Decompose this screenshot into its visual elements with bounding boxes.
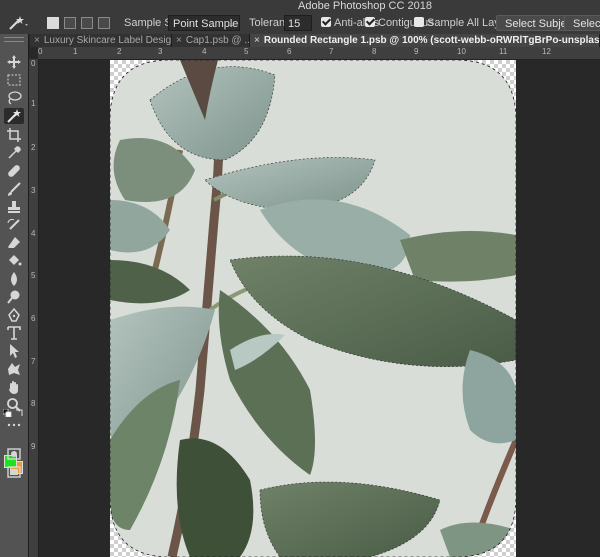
clone-stamp-tool-icon[interactable] [6,199,22,215]
paint-bucket-tool-icon[interactable] [6,253,22,269]
swap-colors-icon[interactable] [15,408,25,416]
ruler-number: 5 [31,271,36,280]
move-tool-icon[interactable] [6,54,22,70]
type-tool-icon[interactable] [6,325,22,341]
panel-grip[interactable] [4,37,24,42]
sample-size-select[interactable]: Point Sample ⌄ [168,15,240,31]
horizontal-ruler[interactable]: 0 1 2 3 4 5 6 7 8 9 10 11 12 [38,47,600,60]
app-title: Adobe Photoshop CC 2018 [298,0,432,12]
ruler-number: 5 [244,47,249,56]
ruler-number: 8 [31,399,36,408]
ruler-number: 0 [38,47,43,56]
ruler-number: 1 [31,99,36,108]
ruler-number: 10 [457,47,466,56]
lasso-tool-icon[interactable] [6,90,22,106]
tab-label: Luxury Skincare Label Design.psd [43,35,172,46]
close-icon[interactable]: × [254,35,260,46]
quick-mask-icon[interactable] [6,446,22,462]
screen-mode-icon[interactable] [6,464,22,480]
ruler-number: 6 [287,47,292,56]
document-tabs: ×Luxury Skincare Label Design.psd ×Cap1.… [30,34,600,47]
brush-tool-icon[interactable] [6,181,22,197]
subtract-from-selection-button[interactable] [81,17,93,29]
ruler-number: 8 [372,47,377,56]
vertical-ruler[interactable]: 0 1 2 3 4 5 6 7 8 9 [29,59,39,557]
ruler-number: 6 [31,314,36,323]
eraser-tool-icon[interactable] [6,235,22,251]
ruler-number: 4 [31,229,36,238]
ruler-number: 2 [117,47,122,56]
path-selection-tool-icon[interactable] [6,343,22,359]
magic-wand-tool-preset-icon[interactable] [8,15,28,31]
chevron-down-icon: ⌄ [227,19,235,29]
checkbox-checked-icon [365,17,375,27]
new-selection-button[interactable] [47,17,59,29]
ruler-number: 7 [329,47,334,56]
close-icon[interactable]: × [34,35,40,46]
crop-tool-icon[interactable] [6,127,22,143]
history-brush-tool-icon[interactable] [6,217,22,233]
close-icon[interactable]: × [176,35,182,46]
select-and-mask-button[interactable]: Select and [564,15,600,31]
ruler-number: 4 [202,47,207,56]
custom-shape-tool-icon[interactable] [6,361,22,377]
ruler-number: 12 [542,47,551,56]
document-canvas[interactable] [110,60,516,557]
eyedropper-tool-icon[interactable] [6,145,22,161]
magic-wand-tool-icon[interactable] [4,108,24,124]
tools-panel [0,34,29,557]
pen-tool-icon[interactable] [6,307,22,323]
checkbox-unchecked-icon [414,17,424,27]
rectangular-marquee-tool-icon[interactable] [6,72,22,88]
healing-brush-tool-icon[interactable] [6,163,22,179]
ruler-number: 9 [414,47,419,56]
plant-photo [110,60,516,557]
ruler-number: 1 [73,47,78,56]
default-colors-icon[interactable] [2,408,13,418]
ruler-number: 11 [499,47,508,56]
ruler-number: 0 [31,59,36,68]
ruler-number: 3 [158,47,163,56]
tab-luxury-skincare[interactable]: ×Luxury Skincare Label Design.psd [30,34,172,47]
intersect-selection-button[interactable] [98,17,110,29]
blur-tool-icon[interactable] [6,271,22,287]
ruler-number: 9 [31,442,36,451]
add-to-selection-button[interactable] [64,17,76,29]
tab-label: Rounded Rectangle 1.psb @ 100% (scott-we… [263,35,600,46]
tab-rounded-rectangle[interactable]: × Rounded Rectangle 1.psb @ 100% (scott-w… [250,34,600,47]
dodge-tool-icon[interactable] [6,289,22,305]
options-bar: Sample Size: Point Sample ⌄ Tolerance: 1… [0,12,600,35]
checkbox-checked-icon [321,17,331,27]
app-title-bar: Adobe Photoshop CC 2018 [0,0,600,12]
ruler-number: 3 [31,186,36,195]
hand-tool-icon[interactable] [6,379,22,395]
tolerance-input[interactable]: 15 [284,15,312,31]
tab-cap1[interactable]: × Cap1.psb @ ... [172,34,250,47]
more-tools-icon[interactable] [6,417,22,433]
tab-label: Cap1.psb @ ... [185,35,250,46]
ruler-number: 2 [31,143,36,152]
ruler-number: 7 [31,357,36,366]
